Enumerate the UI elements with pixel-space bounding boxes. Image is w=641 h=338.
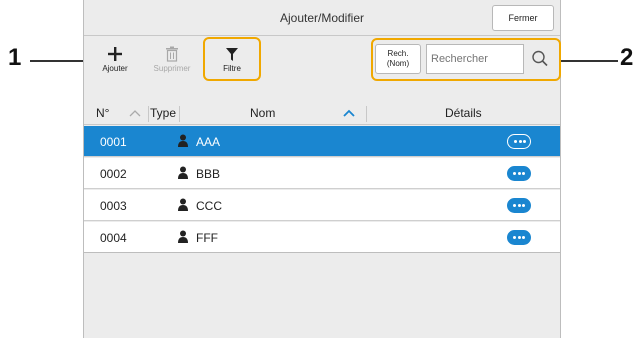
delete-label: Supprimer [153,64,191,73]
delete-button[interactable]: Supprimer [146,42,198,80]
table-header: N° Type Nom Détails [84,103,560,125]
more-dots-icon [517,204,521,207]
search-mode-line1: Rech. [387,49,409,58]
title-bar: Ajouter/Modifier Fermer [84,0,560,36]
person-icon [178,134,188,148]
window-title: Ajouter/Modifier [279,11,365,25]
column-header-number[interactable]: N° [96,106,109,120]
callout-1-number: 1 [8,44,22,71]
callout-2-line [560,60,618,62]
more-dots-icon [522,204,525,207]
details-button[interactable] [507,134,531,149]
search-button[interactable] [526,44,554,74]
more-dots-icon [522,172,525,175]
details-button[interactable] [507,230,531,245]
column-divider [148,106,149,122]
sort-ascending-icon-name[interactable] [343,107,355,121]
row-number: 0002 [100,167,127,181]
column-divider [366,106,367,122]
add-label: Ajouter [102,64,128,73]
column-header-details: Détails [445,106,482,120]
more-dots-icon [522,236,525,239]
person-icon [178,198,188,212]
details-button[interactable] [507,198,531,213]
search-mode-line2: (Nom) [386,59,410,68]
search-icon [532,50,548,67]
person-icon [178,166,188,180]
more-dots-icon [513,204,516,207]
sort-ascending-icon-number[interactable] [129,107,141,121]
search-mode-button[interactable]: Rech. (Nom) [375,44,421,74]
row-name: BBB [196,167,221,181]
more-dots-icon [523,140,526,143]
row-number: 0001 [100,135,127,149]
column-divider [179,106,180,122]
row-name: FFF [196,231,218,245]
table-row[interactable]: 0001 AAA [84,126,560,157]
table-row[interactable]: 0003 CCC [84,190,560,221]
column-header-type[interactable]: Type [150,106,176,120]
trash-icon [146,42,198,64]
search-input[interactable] [426,44,524,74]
column-header-name[interactable]: Nom [250,106,275,120]
more-dots-icon [517,172,521,175]
filter-highlight-box [203,37,261,81]
person-icon [178,230,188,244]
row-name: AAA [196,135,221,149]
table-row[interactable]: 0002 BBB [84,158,560,189]
more-dots-icon [513,236,516,239]
more-dots-icon [518,140,522,143]
details-button[interactable] [507,166,531,181]
callout-2-number: 2 [620,44,634,71]
add-button[interactable]: Ajouter [89,42,141,80]
more-dots-icon [517,236,521,239]
plus-icon [89,42,141,64]
row-number: 0004 [100,231,127,245]
address-book-panel: Ajouter/Modifier Fermer Ajouter Supprime… [83,0,561,338]
more-dots-icon [513,172,516,175]
row-number: 0003 [100,199,127,213]
table-row[interactable]: 0004 FFF [84,222,560,253]
row-name: CCC [196,199,222,213]
more-dots-icon [514,140,517,143]
close-button[interactable]: Fermer [492,5,554,31]
